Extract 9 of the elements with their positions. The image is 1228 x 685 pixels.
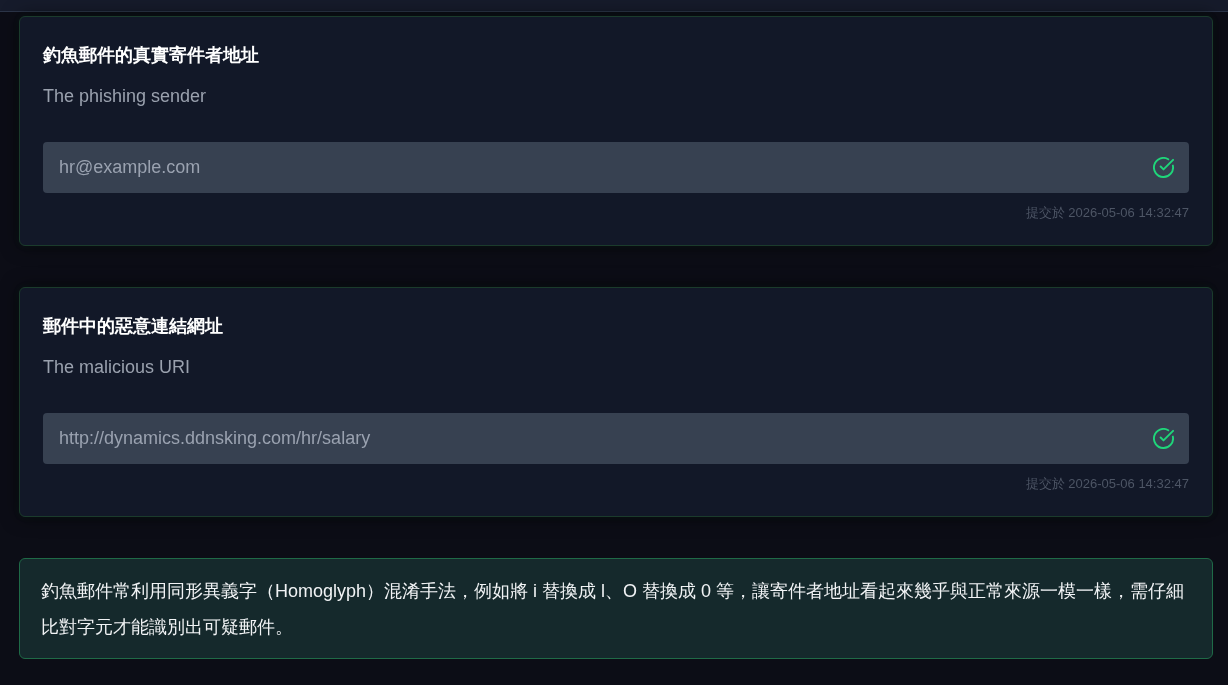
question-subtitle: The phishing sender	[43, 85, 208, 108]
question-subtitle: The malicious URI	[43, 356, 192, 379]
answer-field[interactable]: http://dynamics.ddnsking.com/hr/salary	[43, 413, 1189, 464]
question-title: 郵件中的惡意連結網址	[43, 315, 224, 338]
answer-field[interactable]: hr@example.com	[43, 142, 1189, 193]
submitted-timestamp: 提交於 2026-05-06 14:32:47	[1024, 475, 1189, 493]
hint-text: 釣魚郵件常利用同形異義字（Homoglyph）混淆手法，例如將 i 替換成 l、O 替換成 0 等，讓寄件者地址看起來幾乎與正常來源一模一樣，需仔細比對字元才能識別出可疑郵件。	[41, 580, 1186, 639]
submitted-timestamp: 提交於 2026-05-06 14:32:47	[1024, 204, 1189, 222]
question-title: 釣魚郵件的真實寄件者地址	[43, 44, 260, 67]
